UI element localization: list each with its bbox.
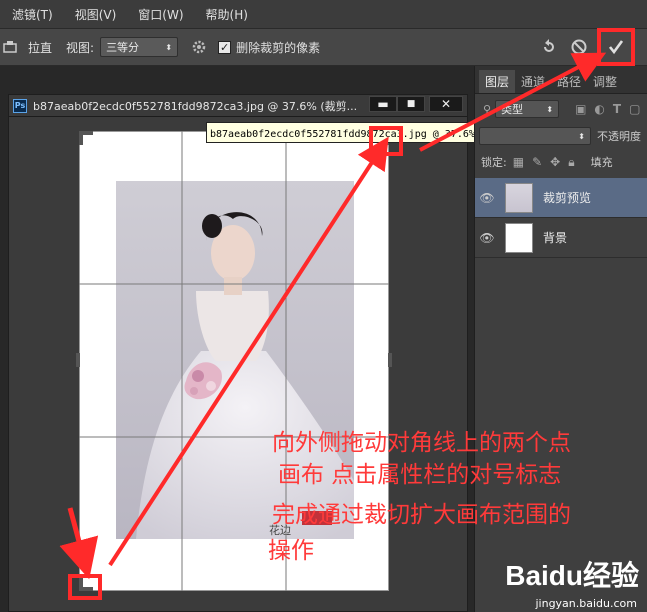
annotation-line-2: 画布 点击属性栏的对号标志 — [278, 462, 562, 488]
baidu-watermark: Baidu经验 — [505, 560, 639, 591]
annotation-line-3: 完成通过裁切扩大画布范围的 — [272, 502, 571, 528]
annotation-line-1: 向外侧拖动对角线上的两个点 — [272, 430, 571, 456]
baidu-url: jingyan.baidu.com — [535, 597, 637, 610]
annotation-line-4: 操作 — [268, 538, 314, 564]
